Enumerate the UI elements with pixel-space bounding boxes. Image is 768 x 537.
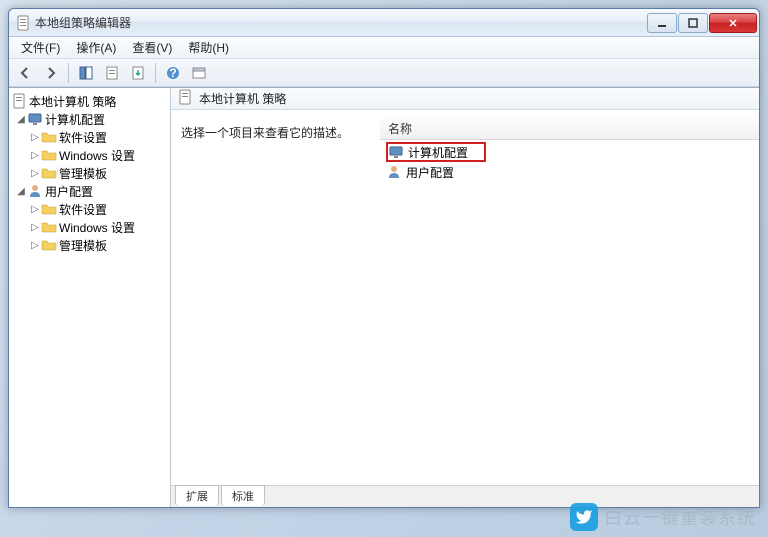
expand-icon[interactable]: ▷ <box>29 132 41 143</box>
tree-software-settings[interactable]: ▷ 软件设置 <box>11 200 168 218</box>
menu-help[interactable]: 帮助(H) <box>180 37 237 58</box>
tree-label: 用户配置 <box>45 183 93 200</box>
expand-icon[interactable]: ▷ <box>29 168 41 179</box>
watermark: 白云一键重装系统 www.baiyunxitong.com <box>570 503 756 531</box>
list-rows: 计算机配置 用户配置 <box>380 140 759 184</box>
tree-windows-settings[interactable]: ▷ Windows 设置 <box>11 218 168 236</box>
tree-root-label: 本地计算机 策略 <box>29 93 116 110</box>
properties-button[interactable] <box>100 62 124 84</box>
tree-label: 管理模板 <box>59 237 107 254</box>
window-controls <box>646 13 757 33</box>
computer-icon <box>388 144 404 160</box>
window: 本地组策略编辑器 文件(F) 操作(A) 查看(V) 帮助(H) ? 本地计算机… <box>8 8 760 508</box>
policy-icon <box>177 89 193 108</box>
list-item-label: 计算机配置 <box>408 144 468 161</box>
list-item-user-config[interactable]: 用户配置 <box>386 162 753 182</box>
detail-header: 本地计算机 策略 <box>171 88 759 110</box>
tree-software-settings[interactable]: ▷ 软件设置 <box>11 128 168 146</box>
toolbar-separator <box>68 63 69 83</box>
close-button[interactable] <box>709 13 757 33</box>
right-panel: 本地计算机 策略 选择一个项目来查看它的描述。 名称 计算机配置 <box>171 88 759 507</box>
tree-label: Windows 设置 <box>59 147 135 164</box>
expand-icon[interactable]: ▷ <box>29 150 41 161</box>
list-item-label: 用户配置 <box>406 164 454 181</box>
folder-icon <box>41 237 57 253</box>
folder-icon <box>41 219 57 235</box>
computer-icon <box>27 111 43 127</box>
svg-text:?: ? <box>169 66 176 80</box>
user-icon <box>386 164 402 180</box>
folder-icon <box>41 147 57 163</box>
menu-view[interactable]: 查看(V) <box>124 37 180 58</box>
tree-computer-config[interactable]: ◢ 计算机配置 <box>11 110 168 128</box>
tree-label: 软件设置 <box>59 201 107 218</box>
folder-icon <box>41 201 57 217</box>
toolbar: ? <box>9 59 759 87</box>
detail-body: 选择一个项目来查看它的描述。 名称 计算机配置 用户配置 <box>171 110 759 485</box>
tree-panel[interactable]: 本地计算机 策略 ◢ 计算机配置 ▷ 软件设置 ▷ Windows 设置 ▷ 管… <box>9 88 171 507</box>
show-hide-tree-button[interactable] <box>74 62 98 84</box>
forward-button[interactable] <box>39 62 63 84</box>
tab-extended[interactable]: 扩展 <box>175 485 219 506</box>
collapse-icon[interactable]: ◢ <box>15 114 27 125</box>
tree-admin-templates[interactable]: ▷ 管理模板 <box>11 164 168 182</box>
back-button[interactable] <box>13 62 37 84</box>
menubar: 文件(F) 操作(A) 查看(V) 帮助(H) <box>9 37 759 59</box>
expand-icon[interactable]: ▷ <box>29 204 41 215</box>
toolbar-separator <box>155 63 156 83</box>
tree-user-config[interactable]: ◢ 用户配置 <box>11 182 168 200</box>
menu-action[interactable]: 操作(A) <box>68 37 124 58</box>
description-prompt: 选择一个项目来查看它的描述。 <box>181 126 349 140</box>
tab-standard[interactable]: 标准 <box>221 485 265 506</box>
folder-icon <box>41 165 57 181</box>
column-header-name[interactable]: 名称 <box>380 118 759 140</box>
tree-label: 软件设置 <box>59 129 107 146</box>
maximize-button[interactable] <box>678 13 708 33</box>
description-panel: 选择一个项目来查看它的描述。 <box>171 118 379 485</box>
menu-file[interactable]: 文件(F) <box>13 37 68 58</box>
tree-label: 管理模板 <box>59 165 107 182</box>
detail-header-title: 本地计算机 策略 <box>199 90 286 107</box>
folder-icon <box>41 129 57 145</box>
expand-icon[interactable]: ▷ <box>29 240 41 251</box>
expand-icon[interactable]: ▷ <box>29 222 41 233</box>
list-item-computer-config[interactable]: 计算机配置 <box>386 142 486 162</box>
app-icon <box>15 15 31 31</box>
list-panel: 名称 计算机配置 用户配置 <box>379 118 759 485</box>
tree-label: 计算机配置 <box>45 111 105 128</box>
export-button[interactable] <box>126 62 150 84</box>
policy-icon <box>11 93 27 109</box>
titlebar[interactable]: 本地组策略编辑器 <box>9 9 759 37</box>
watermark-url: www.baiyunxitong.com <box>654 522 756 533</box>
column-header-label: 名称 <box>388 120 412 137</box>
minimize-button[interactable] <box>647 13 677 33</box>
tree-root[interactable]: 本地计算机 策略 <box>11 92 168 110</box>
window-title: 本地组策略编辑器 <box>35 14 646 31</box>
collapse-icon[interactable]: ◢ <box>15 186 27 197</box>
help-button[interactable]: ? <box>161 62 185 84</box>
filter-button[interactable] <box>187 62 211 84</box>
watermark-logo-icon <box>570 503 598 531</box>
tree-label: Windows 设置 <box>59 219 135 236</box>
user-icon <box>27 183 43 199</box>
tree-windows-settings[interactable]: ▷ Windows 设置 <box>11 146 168 164</box>
content-area: 本地计算机 策略 ◢ 计算机配置 ▷ 软件设置 ▷ Windows 设置 ▷ 管… <box>9 87 759 507</box>
tree-admin-templates[interactable]: ▷ 管理模板 <box>11 236 168 254</box>
